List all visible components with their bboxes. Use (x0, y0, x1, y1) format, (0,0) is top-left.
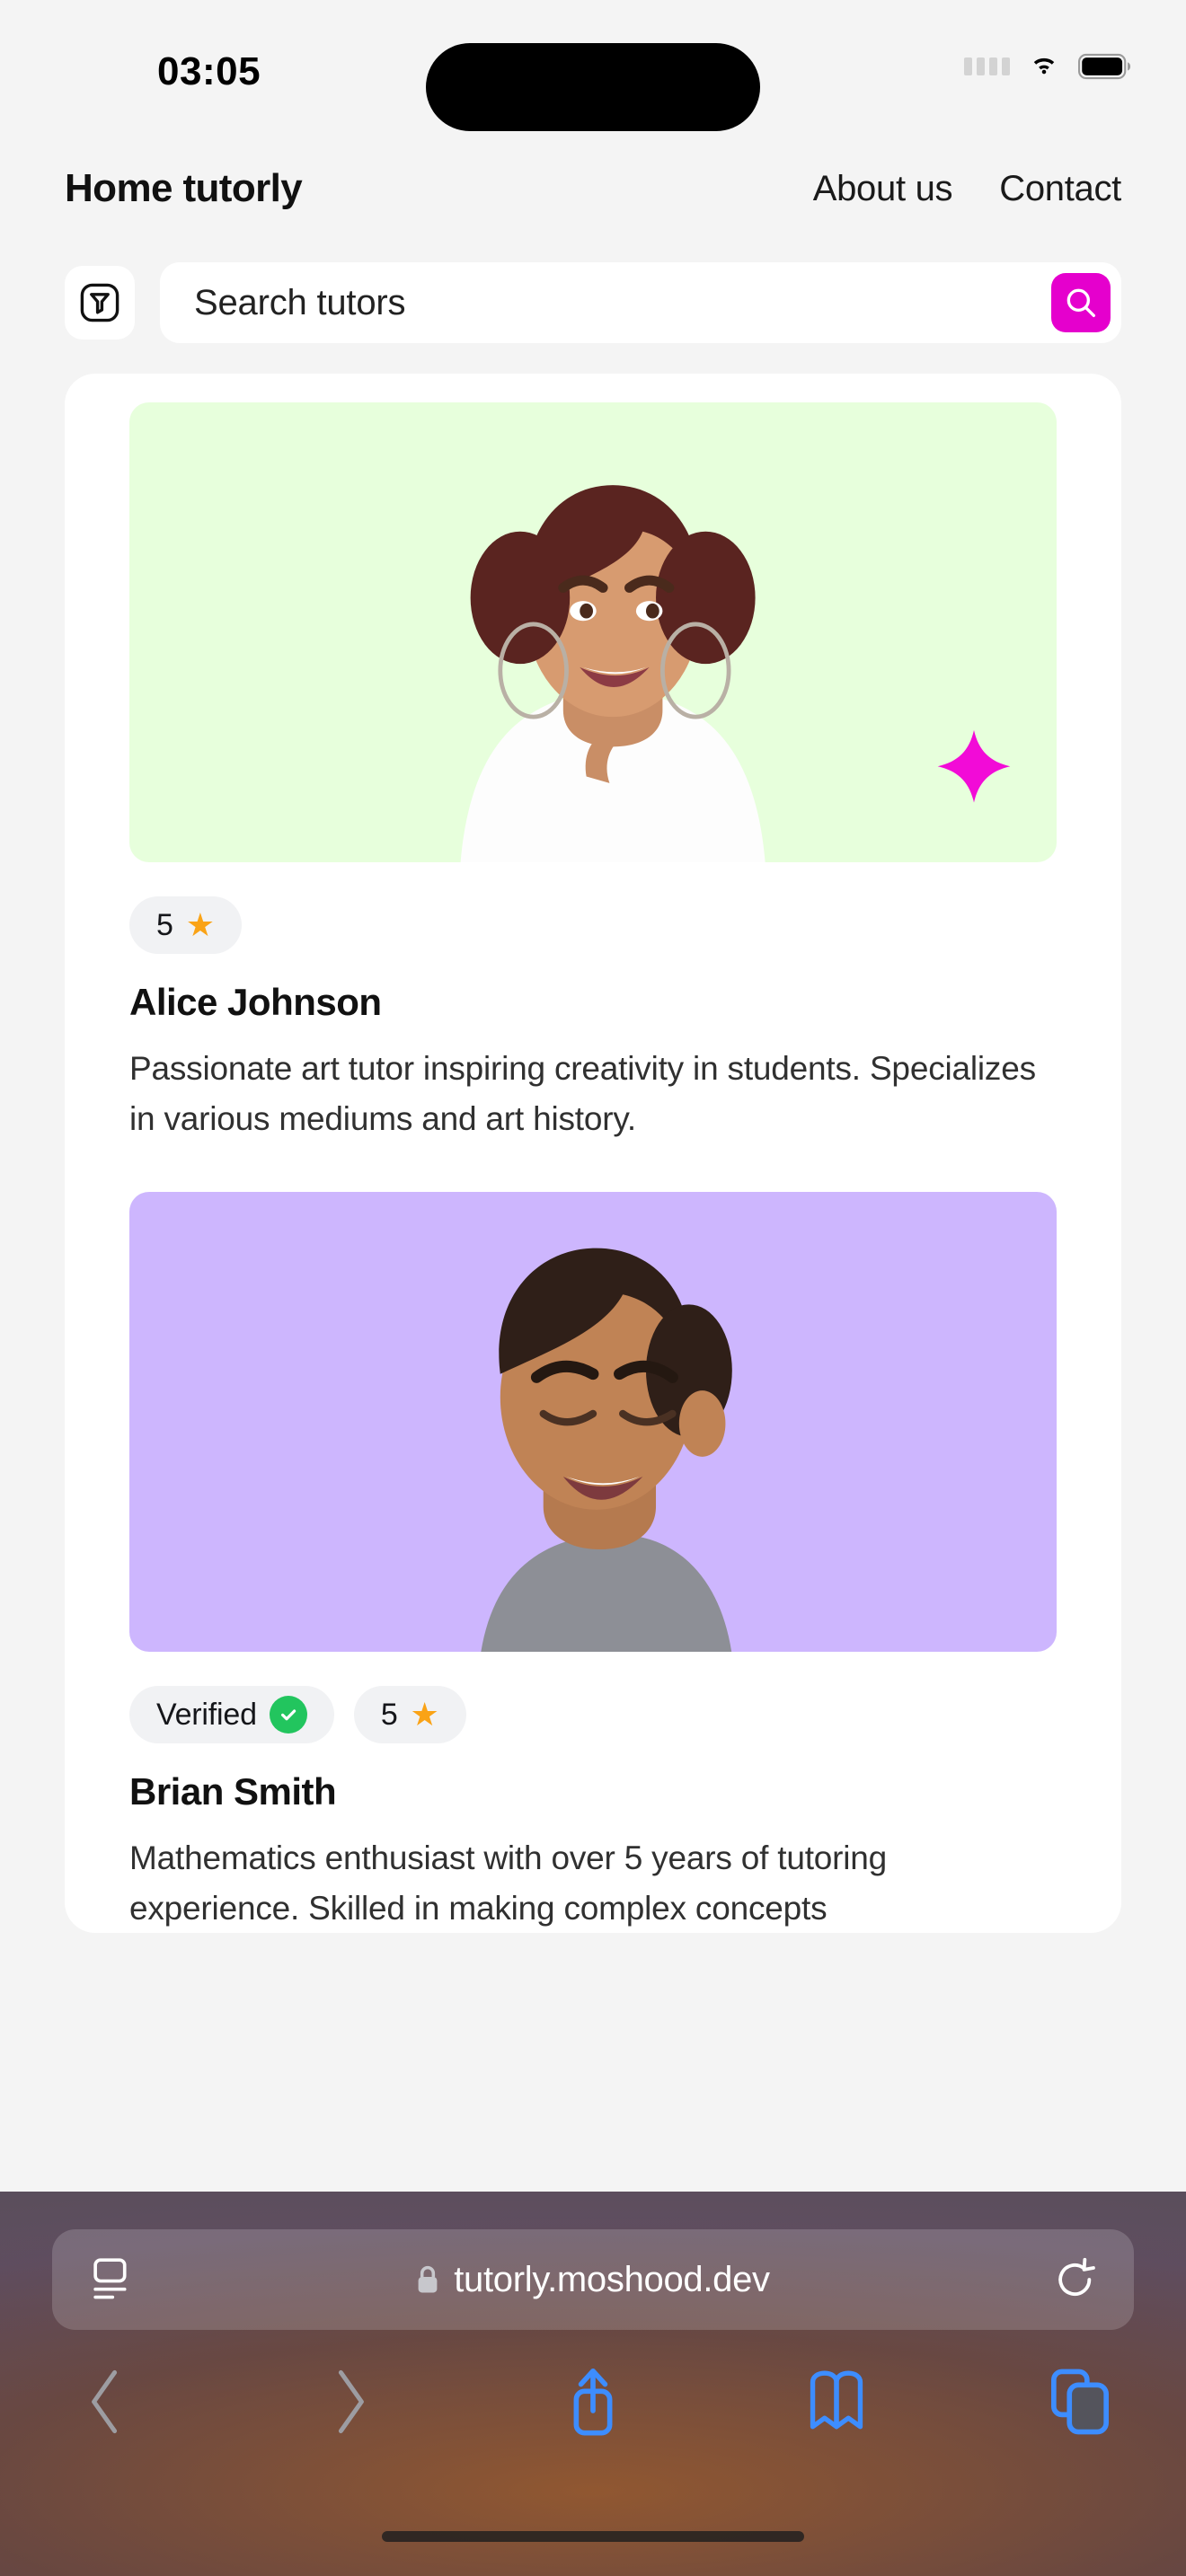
nav-link-about-us[interactable]: About us (813, 169, 953, 209)
tutor-photo (129, 1192, 1057, 1652)
rating-value: 5 (156, 907, 173, 942)
tabs-button[interactable] (1039, 2360, 1121, 2443)
back-button[interactable] (65, 2360, 147, 2443)
search-submit-button[interactable] (1051, 273, 1111, 332)
search-input[interactable]: Search tutors (194, 283, 1051, 323)
status-indicators (964, 52, 1132, 81)
chevron-left-icon (92, 2369, 118, 2434)
nav-link-contact[interactable]: Contact (999, 169, 1121, 209)
status-badge-verified: Verified (129, 1686, 334, 1743)
status-time: 03:05 (157, 49, 261, 93)
url-text[interactable]: tutorly.moshood.dev (454, 2260, 770, 2300)
url-center: tutorly.moshood.dev (131, 2260, 1055, 2300)
tutor-photo (129, 402, 1057, 862)
filter-funnel-icon (80, 283, 119, 322)
tutor-name: Alice Johnson (129, 981, 382, 1023)
filter-button[interactable] (65, 266, 135, 340)
wifi-icon (1033, 57, 1055, 75)
search-row: Search tutors (0, 243, 1186, 343)
status-badge-rating: 5 ★ (129, 896, 242, 954)
url-bar[interactable]: tutorly.moshood.dev (52, 2229, 1134, 2330)
star-icon: ★ (185, 906, 215, 943)
badge-row: Verified 5 ★ (129, 1686, 1057, 1743)
tutor-description: Mathematics enthusiast with over 5 years… (129, 1839, 888, 1927)
badge-row: 5 ★ (129, 896, 1057, 954)
book-icon (810, 2370, 863, 2430)
sparkle-icon (937, 729, 1011, 803)
bookmarks-button[interactable] (795, 2360, 878, 2443)
list-item[interactable]: 5 ★ Alice Johnson Passionate art tutor i… (65, 402, 1121, 1143)
tutor-portrait-illustration (460, 485, 766, 862)
tutor-description: Passionate art tutor inspiring creativit… (129, 1050, 1036, 1137)
lock-icon (418, 2265, 438, 2293)
tutor-name: Brian Smith (129, 1770, 337, 1813)
browser-chrome: tutorly.moshood.dev (0, 2192, 1186, 2576)
battery-icon (1078, 53, 1131, 80)
forward-button[interactable] (308, 2360, 391, 2443)
list-item[interactable]: Verified 5 ★ Brian Smith Mathematics ent… (65, 1192, 1121, 1933)
check-circle-icon (269, 1696, 307, 1734)
rating-value: 5 (380, 1697, 398, 1732)
chevron-right-icon (338, 2369, 364, 2434)
reader-view-icon[interactable] (90, 2256, 131, 2303)
verified-label: Verified (156, 1697, 257, 1732)
dynamic-island (426, 43, 760, 131)
tutor-portrait-illustration (481, 1248, 732, 1652)
reload-icon[interactable] (1055, 2257, 1096, 2302)
status-bar: 03:05 (0, 0, 1186, 135)
tutor-list-card: 5 ★ Alice Johnson Passionate art tutor i… (65, 374, 1121, 1933)
share-icon (573, 2368, 613, 2436)
signal-dots-icon (964, 57, 1010, 75)
search-icon (1067, 288, 1095, 317)
search-field[interactable]: Search tutors (160, 262, 1121, 343)
site-header: Home tutorly About us Contact (0, 135, 1186, 243)
browser-toolbar (0, 2360, 1186, 2443)
nav-links: About us Contact (813, 169, 1122, 209)
page-title: Home tutorly (65, 166, 303, 210)
status-badge-rating: 5 ★ (353, 1686, 466, 1743)
home-indicator (382, 2531, 804, 2542)
share-button[interactable] (552, 2360, 634, 2443)
tabs-icon (1051, 2369, 1109, 2435)
star-icon: ★ (410, 1696, 439, 1733)
